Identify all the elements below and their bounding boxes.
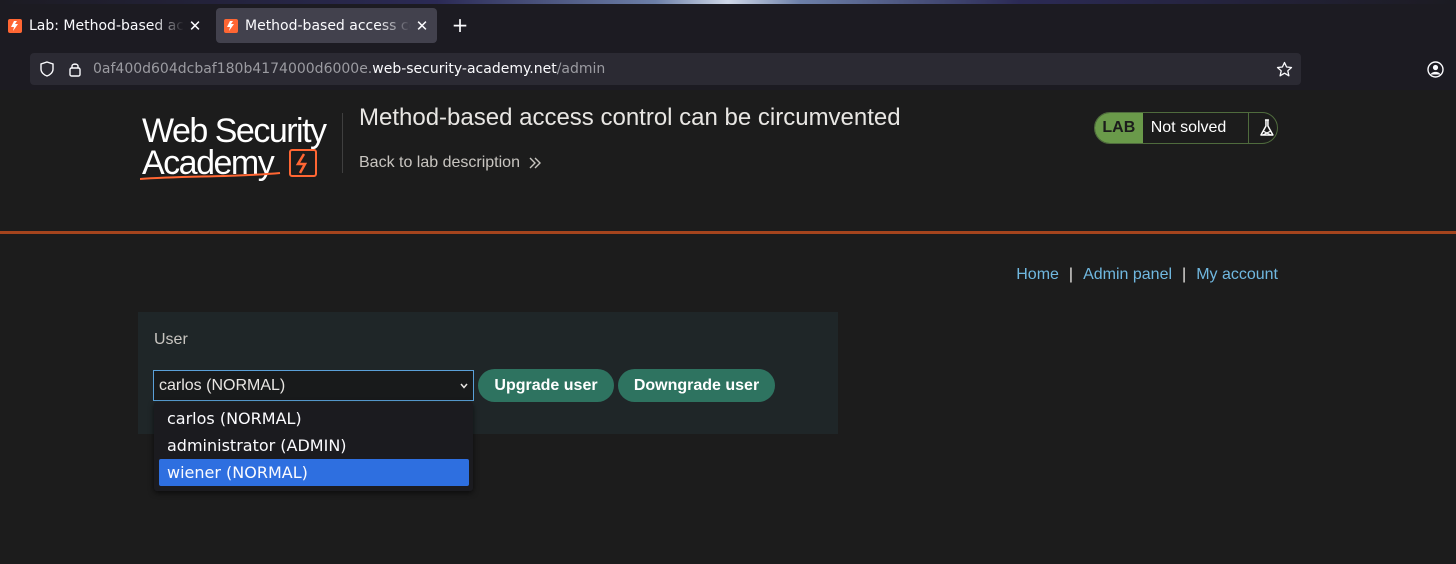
flask-icon	[1260, 119, 1274, 136]
nav-separator: |	[1068, 266, 1074, 283]
bookmark-star-icon[interactable]	[1276, 61, 1293, 78]
downgrade-user-button[interactable]: Downgrade user	[618, 369, 775, 402]
url-path: /admin	[556, 61, 606, 77]
upgrade-user-button[interactable]: Upgrade user	[478, 369, 614, 402]
dropdown-option-highlighted[interactable]: wiener (NORMAL)	[159, 459, 469, 486]
browser-accent-strip	[0, 0, 1456, 4]
url-prefix: 0af400d604dcbaf180b4174000d6000e.	[93, 61, 373, 77]
portswigger-favicon-icon	[224, 18, 238, 33]
tab-title: Method-based access control can be circu…	[245, 17, 411, 34]
tab-lab-description[interactable]: Lab: Method-based access control can be …	[0, 8, 210, 43]
header-divider	[0, 231, 1456, 234]
account-icon[interactable]	[1427, 61, 1444, 78]
new-tab-button[interactable]: +	[448, 13, 472, 37]
back-to-lab-description-link[interactable]: Back to lab description	[359, 154, 542, 172]
back-link-label: Back to lab description	[359, 154, 520, 171]
portswigger-favicon-icon	[8, 18, 22, 33]
dropdown-option[interactable]: carlos (NORMAL)	[159, 405, 469, 432]
lock-icon[interactable]	[67, 61, 83, 77]
top-nav: Home | Admin panel | My account	[1016, 266, 1278, 284]
tab-title: Lab: Method-based access control can be …	[29, 17, 184, 34]
lab-badge: LAB	[1095, 113, 1143, 143]
close-tab-icon[interactable]: ✕	[184, 17, 206, 35]
user-select-value: carlos (NORMAL)	[159, 376, 286, 394]
nav-separator: |	[1182, 266, 1187, 283]
nav-home-link[interactable]: Home	[1016, 266, 1059, 284]
tab-lab-active[interactable]: Method-based access control can be circu…	[216, 8, 437, 43]
logo-divider	[342, 113, 343, 173]
shield-icon[interactable]	[39, 61, 55, 77]
url-text[interactable]: 0af400d604dcbaf180b4174000d6000e.web-sec…	[93, 60, 605, 78]
web-security-academy-logo[interactable]: Web Security Academy	[140, 110, 340, 184]
lab-status-widget: LAB Not solved	[1094, 112, 1278, 144]
dropdown-option[interactable]: administrator (ADMIN)	[159, 432, 469, 459]
lab-title: Method-based access control can be circu…	[359, 104, 901, 131]
double-chevron-right-icon	[529, 157, 541, 169]
lab-status-text: Not solved	[1150, 119, 1227, 136]
chevron-down-icon	[460, 383, 468, 389]
user-label: User	[154, 331, 188, 348]
nav-my-account-link[interactable]: My account	[1196, 266, 1278, 284]
close-tab-icon[interactable]: ✕	[411, 17, 433, 35]
lab-status-divider	[1248, 113, 1250, 143]
user-select[interactable]: carlos (NORMAL)	[153, 370, 474, 401]
nav-admin-panel-link[interactable]: Admin panel	[1083, 266, 1172, 284]
user-select-dropdown: carlos (NORMAL) administrator (ADMIN) wi…	[154, 402, 473, 491]
url-domain: web-security-academy.net	[372, 61, 557, 77]
